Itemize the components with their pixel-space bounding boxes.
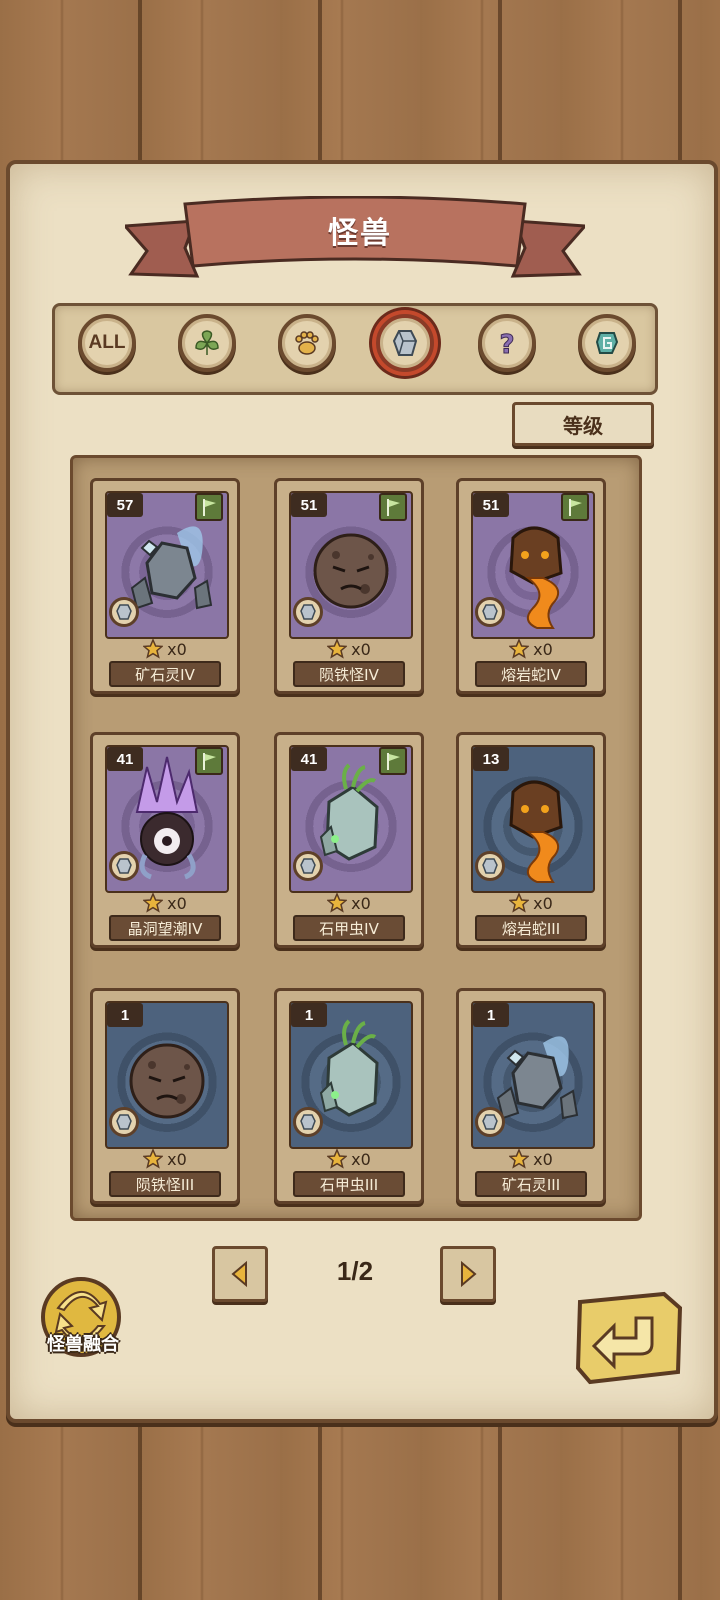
paw-icon [295,331,319,355]
crystal-element-icon [475,597,505,627]
monster-name: 石甲虫III [293,1171,405,1197]
star-count-value: x0 [167,1149,187,1169]
crystal-element-icon [293,597,323,627]
star-count: x0 [277,1148,421,1170]
star-icon [509,1149,530,1169]
monster-card[interactable]: 1 x0 矿石灵III [456,988,606,1204]
star-count: x0 [277,892,421,914]
star-count-value: x0 [533,639,553,659]
back-button[interactable] [574,1288,686,1388]
crystal-element-icon [109,1107,139,1137]
star-count: x0 [459,1148,603,1170]
star-count: x0 [93,1148,237,1170]
flag-icon [379,747,407,775]
star-count-value: x0 [351,639,371,659]
monster-name: 熔岩蛇III [475,915,587,941]
level-badge: 41 [291,747,327,771]
star-count-value: x0 [533,1149,553,1169]
crystal-element-icon [109,597,139,627]
crystal-icon [392,330,418,356]
crystal-element-icon [109,851,139,881]
star-icon [143,1149,164,1169]
monster-name: 矿石灵III [475,1171,587,1197]
arrow-left-icon [231,1260,247,1288]
filter-all-label: ALL [88,332,126,353]
star-count-value: x0 [167,639,187,659]
level-badge: 41 [107,747,143,771]
star-icon [143,639,164,659]
crystal-element-icon [475,1107,505,1137]
monster-name: 晶洞望潮IV [109,915,221,941]
star-icon [327,1149,348,1169]
star-count: x0 [459,892,603,914]
flag-icon [195,493,223,521]
monster-card[interactable]: 41 x0 石甲虫IV [274,732,424,948]
level-badge: 1 [291,1003,327,1027]
fusion-label[interactable]: 怪兽融合 [28,1330,138,1356]
crystal-element-icon [293,1107,323,1137]
monster-card[interactable]: 1 x0 石甲虫III [274,988,424,1204]
star-icon [327,893,348,913]
page-title: 怪兽 [328,216,392,251]
flag-icon [379,493,407,521]
flag-icon [195,747,223,775]
monster-name: 陨铁怪III [109,1171,221,1197]
level-badge: 57 [107,493,143,517]
star-icon [509,893,530,913]
filter-plant-button[interactable] [178,314,236,372]
filter-all-button[interactable]: ALL [78,314,136,372]
crystal-element-icon [475,851,505,881]
level-badge: 1 [473,1003,509,1027]
star-count: x0 [459,638,603,660]
monster-card[interactable]: 1 x0 陨铁怪III [90,988,240,1204]
star-icon [327,639,348,659]
rune-icon [595,332,619,354]
star-count-value: x0 [351,893,371,913]
filter-beast-button[interactable] [278,314,336,372]
next-page-button[interactable] [440,1246,496,1302]
level-badge: 51 [473,493,509,517]
star-count-value: x0 [167,893,187,913]
star-count-value: x0 [351,1149,371,1169]
monster-card[interactable]: 57 x0 矿石灵IV [90,478,240,694]
star-count-value: x0 [533,893,553,913]
monster-name: 陨铁怪IV [293,661,405,687]
monster-card[interactable]: 51 x0 熔岩蛇IV [456,478,606,694]
filter-mineral-button[interactable] [376,314,434,372]
star-count: x0 [277,638,421,660]
question-icon: ? [499,330,515,359]
filter-rune-button[interactable] [578,314,636,372]
leaf-icon [195,330,219,355]
prev-page-button[interactable] [212,1246,268,1302]
flag-icon [561,493,589,521]
sort-by-level-button[interactable]: 等级 [512,402,654,446]
star-icon [143,893,164,913]
monster-card[interactable]: 41 x0 晶洞望潮IV [90,732,240,948]
star-icon [509,639,530,659]
level-badge: 13 [473,747,509,771]
svg-text:?: ? [499,330,514,358]
monster-name: 石甲虫IV [293,915,405,941]
arrow-right-icon [461,1260,477,1288]
monster-name: 矿石灵IV [109,661,221,687]
filter-unknown-button[interactable]: ? [478,314,536,372]
level-badge: 51 [291,493,327,517]
crystal-element-icon [293,851,323,881]
monster-name: 熔岩蛇IV [475,661,587,687]
filter-bar [52,303,658,395]
page-indicator: 1/2 [336,1256,374,1286]
monster-card[interactable]: 13 x0 熔岩蛇III [456,732,606,948]
star-count: x0 [93,638,237,660]
star-count: x0 [93,892,237,914]
level-badge: 1 [107,1003,143,1027]
monster-card[interactable]: 51 x0 陨铁怪IV [274,478,424,694]
